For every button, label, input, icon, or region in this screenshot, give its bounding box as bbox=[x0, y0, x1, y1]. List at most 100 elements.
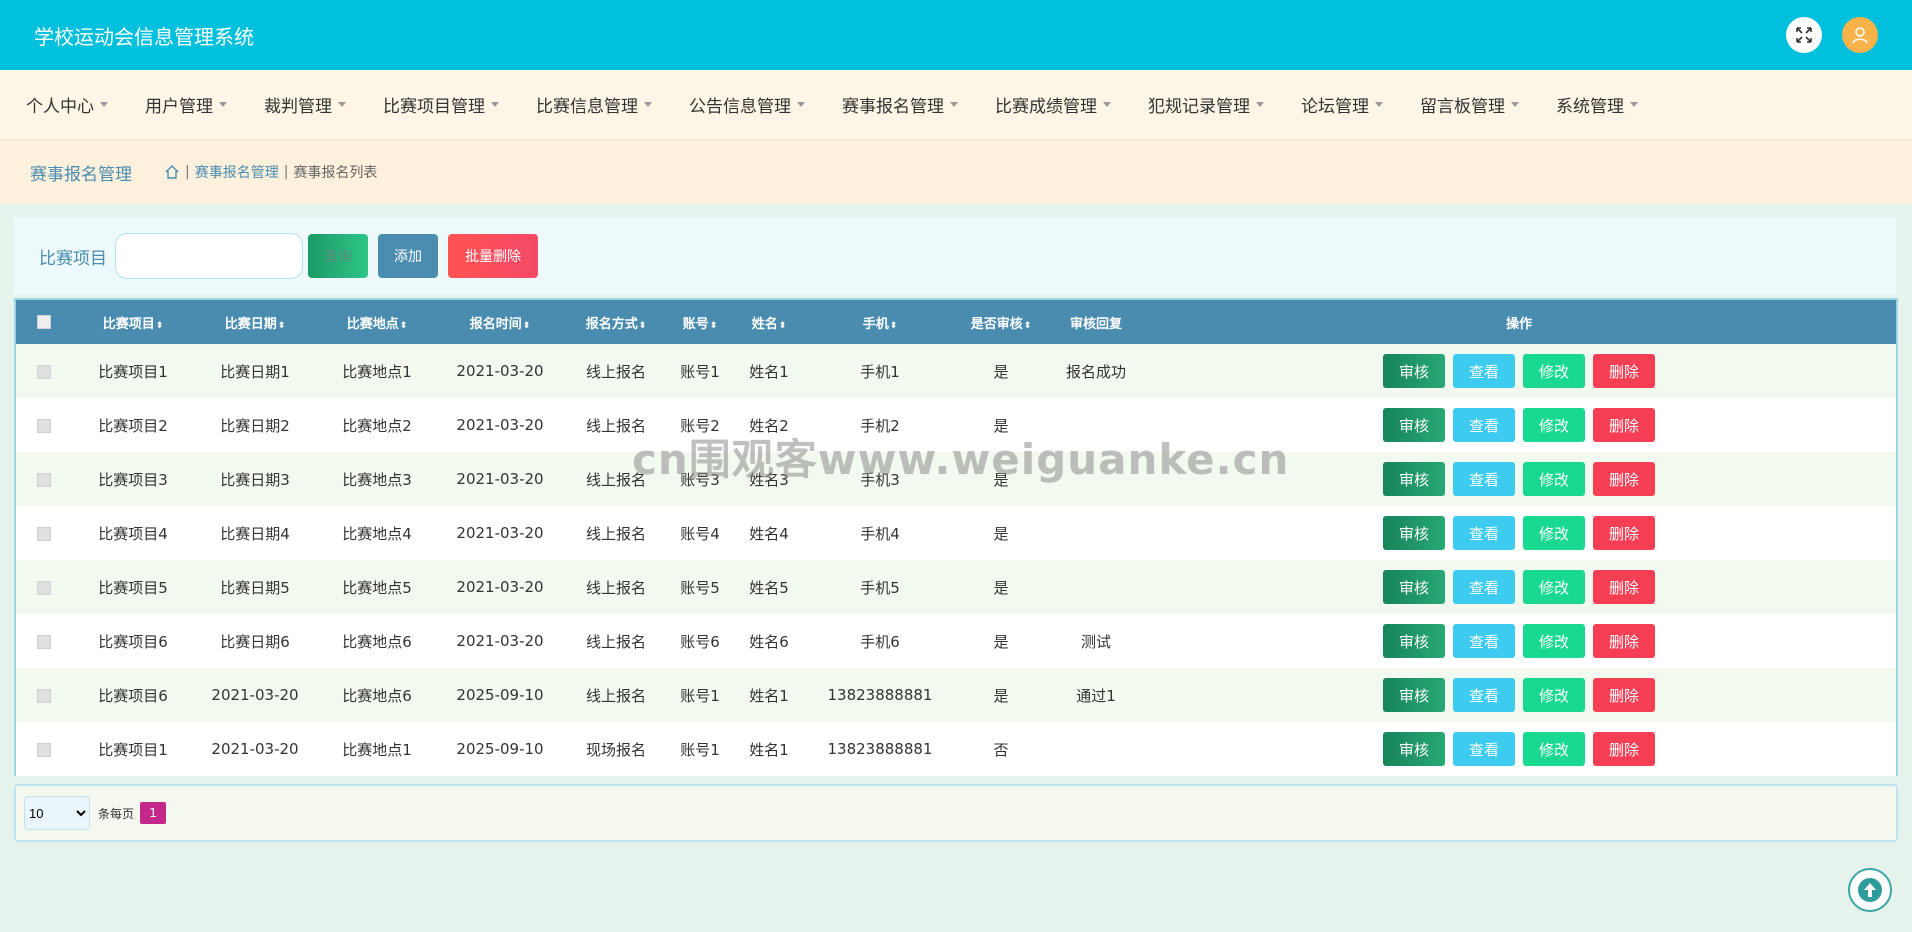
sort-icon[interactable]: ⬍ bbox=[278, 321, 286, 331]
table-cell: 姓名6 bbox=[749, 632, 789, 651]
breadcrumb-link[interactable]: 赛事报名管理 bbox=[195, 162, 279, 182]
audit-button[interactable]: 审核 bbox=[1383, 408, 1445, 442]
table-cell: 账号1 bbox=[680, 686, 720, 705]
delete-button[interactable]: 删除 bbox=[1593, 462, 1655, 496]
table-cell: 线上报名 bbox=[585, 362, 646, 381]
row-checkbox[interactable] bbox=[37, 472, 51, 487]
menu-item[interactable]: 比赛信息管理 bbox=[536, 92, 652, 117]
page-number-current[interactable]: 1 bbox=[140, 802, 167, 824]
page-size-select[interactable]: 10 bbox=[24, 796, 90, 830]
delete-button[interactable]: 删除 bbox=[1593, 678, 1655, 712]
column-header[interactable]: 报名时间⬍ bbox=[438, 300, 562, 344]
select-all-checkbox[interactable] bbox=[37, 315, 51, 329]
audit-button[interactable]: 审核 bbox=[1383, 354, 1445, 388]
column-header-label: 比赛地点 bbox=[346, 316, 399, 332]
column-header[interactable]: 比赛项目⬍ bbox=[72, 300, 194, 344]
column-header[interactable]: 比赛日期⬍ bbox=[194, 300, 316, 344]
column-header[interactable]: 报名方式⬍ bbox=[562, 300, 670, 344]
menu-item[interactable]: 系统管理 bbox=[1556, 92, 1638, 117]
audit-button[interactable]: 审核 bbox=[1383, 570, 1445, 604]
sort-icon[interactable]: ⬍ bbox=[400, 321, 408, 331]
breadcrumb-separator: | bbox=[283, 164, 289, 180]
row-checkbox[interactable] bbox=[37, 742, 51, 757]
view-button[interactable]: 查看 bbox=[1453, 462, 1515, 496]
view-button[interactable]: 查看 bbox=[1453, 354, 1515, 388]
back-to-top-button[interactable] bbox=[1848, 868, 1892, 912]
view-button[interactable]: 查看 bbox=[1453, 516, 1515, 550]
query-button[interactable]: 查询 bbox=[308, 234, 368, 278]
menu-item-label: 比赛信息管理 bbox=[536, 97, 638, 117]
audit-button[interactable]: 审核 bbox=[1383, 516, 1445, 550]
menu-item[interactable]: 个人中心 bbox=[26, 92, 108, 117]
audit-button[interactable]: 审核 bbox=[1383, 732, 1445, 766]
menu-item[interactable]: 比赛成绩管理 bbox=[995, 92, 1111, 117]
edit-button[interactable]: 修改 bbox=[1523, 570, 1585, 604]
menu-item[interactable]: 裁判管理 bbox=[264, 92, 346, 117]
view-button[interactable]: 查看 bbox=[1453, 732, 1515, 766]
page-bottom bbox=[0, 872, 1912, 932]
sort-icon[interactable]: ⬍ bbox=[1024, 321, 1032, 331]
edit-button[interactable]: 修改 bbox=[1523, 462, 1585, 496]
table-row: 比赛项目6 2021-03-20 比赛地点6 2025-09-10 线上报名 账号1 姓名1… bbox=[16, 668, 1896, 722]
edit-button[interactable]: 修改 bbox=[1523, 732, 1585, 766]
menu-item[interactable]: 用户管理 bbox=[145, 92, 227, 117]
delete-button[interactable]: 删除 bbox=[1593, 570, 1655, 604]
column-header[interactable]: 手机⬍ bbox=[808, 300, 952, 344]
column-header[interactable]: 姓名⬍ bbox=[730, 300, 808, 344]
column-header[interactable]: 账号⬍ bbox=[670, 300, 730, 344]
search-input[interactable] bbox=[115, 233, 303, 279]
table-cell: 线上报名 bbox=[585, 632, 646, 651]
menu-item[interactable]: 赛事报名管理 bbox=[842, 92, 958, 117]
delete-button[interactable]: 删除 bbox=[1593, 408, 1655, 442]
view-button[interactable]: 查看 bbox=[1453, 624, 1515, 658]
row-checkbox[interactable] bbox=[37, 688, 51, 703]
menu-item[interactable]: 留言板管理 bbox=[1420, 92, 1519, 117]
page-title: 赛事报名管理 bbox=[30, 164, 132, 185]
menu-item[interactable]: 犯规记录管理 bbox=[1148, 92, 1264, 117]
bulk-delete-button[interactable]: 批量删除 bbox=[448, 234, 538, 278]
column-header-label: 是否审核 bbox=[970, 316, 1023, 332]
fullscreen-icon[interactable] bbox=[1786, 17, 1822, 53]
menu-item[interactable]: 公告信息管理 bbox=[689, 92, 805, 117]
table-cell: 比赛地点6 bbox=[342, 686, 412, 705]
sort-icon[interactable]: ⬍ bbox=[523, 321, 531, 331]
delete-button[interactable]: 删除 bbox=[1593, 732, 1655, 766]
table-row: 比赛项目1 2021-03-20 比赛地点1 2025-09-10 现场报名 账号1 姓名1… bbox=[16, 722, 1896, 776]
edit-button[interactable]: 修改 bbox=[1523, 408, 1585, 442]
sort-icon[interactable]: ⬍ bbox=[779, 321, 787, 331]
sort-icon[interactable]: ⬍ bbox=[156, 321, 164, 331]
delete-button[interactable]: 删除 bbox=[1593, 624, 1655, 658]
home-icon[interactable] bbox=[164, 164, 180, 180]
column-header[interactable]: 是否审核⬍ bbox=[952, 300, 1050, 344]
row-checkbox[interactable] bbox=[37, 526, 51, 541]
column-header[interactable]: 比赛地点⬍ bbox=[316, 300, 438, 344]
table-cell: 手机4 bbox=[860, 524, 900, 543]
audit-button[interactable]: 审核 bbox=[1383, 624, 1445, 658]
row-checkbox[interactable] bbox=[37, 634, 51, 649]
edit-button[interactable]: 修改 bbox=[1523, 624, 1585, 658]
menu-item[interactable]: 比赛项目管理 bbox=[383, 92, 499, 117]
table-cell: 是 bbox=[993, 362, 1009, 381]
edit-button[interactable]: 修改 bbox=[1523, 516, 1585, 550]
delete-button[interactable]: 删除 bbox=[1593, 516, 1655, 550]
row-checkbox[interactable] bbox=[37, 418, 51, 433]
sort-icon[interactable]: ⬍ bbox=[710, 321, 718, 331]
row-checkbox[interactable] bbox=[37, 580, 51, 595]
edit-button[interactable]: 修改 bbox=[1523, 354, 1585, 388]
delete-button[interactable]: 删除 bbox=[1593, 354, 1655, 388]
view-button[interactable]: 查看 bbox=[1453, 570, 1515, 604]
watermark-text: cn围观客www.weiguanke.cn bbox=[632, 435, 1290, 484]
row-select-cell bbox=[16, 668, 72, 722]
user-icon bbox=[1852, 27, 1868, 44]
audit-button[interactable]: 审核 bbox=[1383, 462, 1445, 496]
menu-item[interactable]: 论坛管理 bbox=[1301, 92, 1383, 117]
view-button[interactable]: 查看 bbox=[1453, 678, 1515, 712]
edit-button[interactable]: 修改 bbox=[1523, 678, 1585, 712]
view-button[interactable]: 查看 bbox=[1453, 408, 1515, 442]
sort-icon[interactable]: ⬍ bbox=[639, 321, 647, 331]
sort-icon[interactable]: ⬍ bbox=[890, 321, 898, 331]
add-button[interactable]: 添加 bbox=[378, 234, 438, 278]
user-avatar-icon[interactable] bbox=[1842, 17, 1878, 53]
audit-button[interactable]: 审核 bbox=[1383, 678, 1445, 712]
row-checkbox[interactable] bbox=[37, 364, 51, 379]
